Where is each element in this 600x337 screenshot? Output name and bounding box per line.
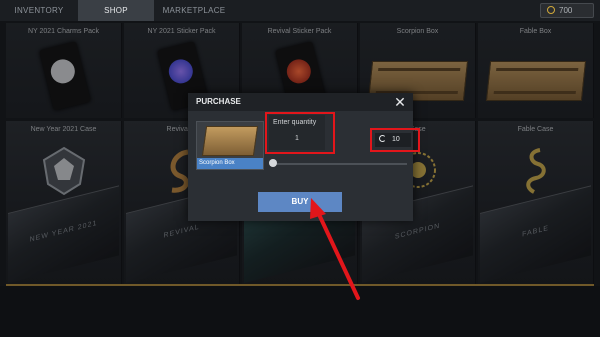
arrow-annotation (310, 198, 360, 300)
